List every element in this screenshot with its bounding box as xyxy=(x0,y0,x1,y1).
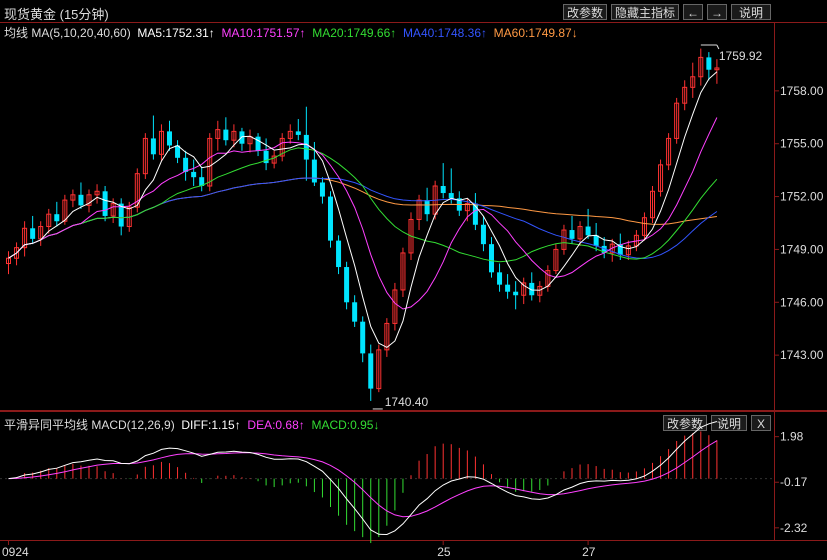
candle-body xyxy=(352,302,358,322)
y-tick-label: 1758.00 xyxy=(780,84,824,98)
candle-body xyxy=(223,129,229,141)
y-tick-label: 1755.00 xyxy=(780,137,824,151)
candle-body xyxy=(54,214,60,222)
candle-body xyxy=(183,157,189,172)
candle-body xyxy=(489,244,494,273)
candle-body xyxy=(424,200,430,215)
candle-body xyxy=(150,138,156,155)
candle-body xyxy=(360,321,366,354)
candle-body xyxy=(497,272,503,285)
annotation-label: 1740.40 xyxy=(385,395,429,409)
candle-body xyxy=(303,134,309,160)
candle-body xyxy=(30,228,36,239)
candle-body xyxy=(448,193,454,199)
x-tick-label: 27 xyxy=(582,545,596,559)
candle-body xyxy=(328,196,333,241)
chart-canvas: 1743.00 1746.00 1749.00 1752.00 1755.00 1758.… xyxy=(0,44,824,559)
x-tick-label: 0924 xyxy=(2,545,29,559)
y-tick-label: 1752.00 xyxy=(780,190,824,204)
macd-y-tick-label: -0.17 xyxy=(780,475,808,489)
candle-body xyxy=(593,235,599,246)
candle-body xyxy=(336,240,342,268)
candle-body xyxy=(319,182,325,197)
candle-body xyxy=(368,353,374,389)
candle-body xyxy=(585,226,591,236)
candle-body xyxy=(311,159,317,183)
candle-body xyxy=(480,224,486,245)
candle-body xyxy=(167,131,172,146)
candle-body xyxy=(440,186,446,194)
candle-body xyxy=(569,230,575,239)
candle-body xyxy=(513,291,519,296)
candle-body xyxy=(505,284,511,292)
candle-body xyxy=(102,191,108,216)
candle-body xyxy=(78,194,84,206)
candle-body xyxy=(295,131,301,135)
y-tick-label: 1749.00 xyxy=(780,242,824,256)
y-tick-label: 1746.00 xyxy=(780,295,824,309)
y-tick-label: 1743.00 xyxy=(780,348,824,362)
candle-body xyxy=(239,131,245,144)
macd-y-tick-label: 1.98 xyxy=(780,430,804,444)
candle-body xyxy=(255,136,261,151)
candle-body xyxy=(706,57,712,70)
candle-body xyxy=(191,171,197,178)
macd-y-tick-label: -2.32 xyxy=(780,521,808,535)
candle-body xyxy=(344,267,350,303)
x-tick-label: 25 xyxy=(437,545,451,559)
annotation-label: 1759.92 xyxy=(719,49,763,63)
